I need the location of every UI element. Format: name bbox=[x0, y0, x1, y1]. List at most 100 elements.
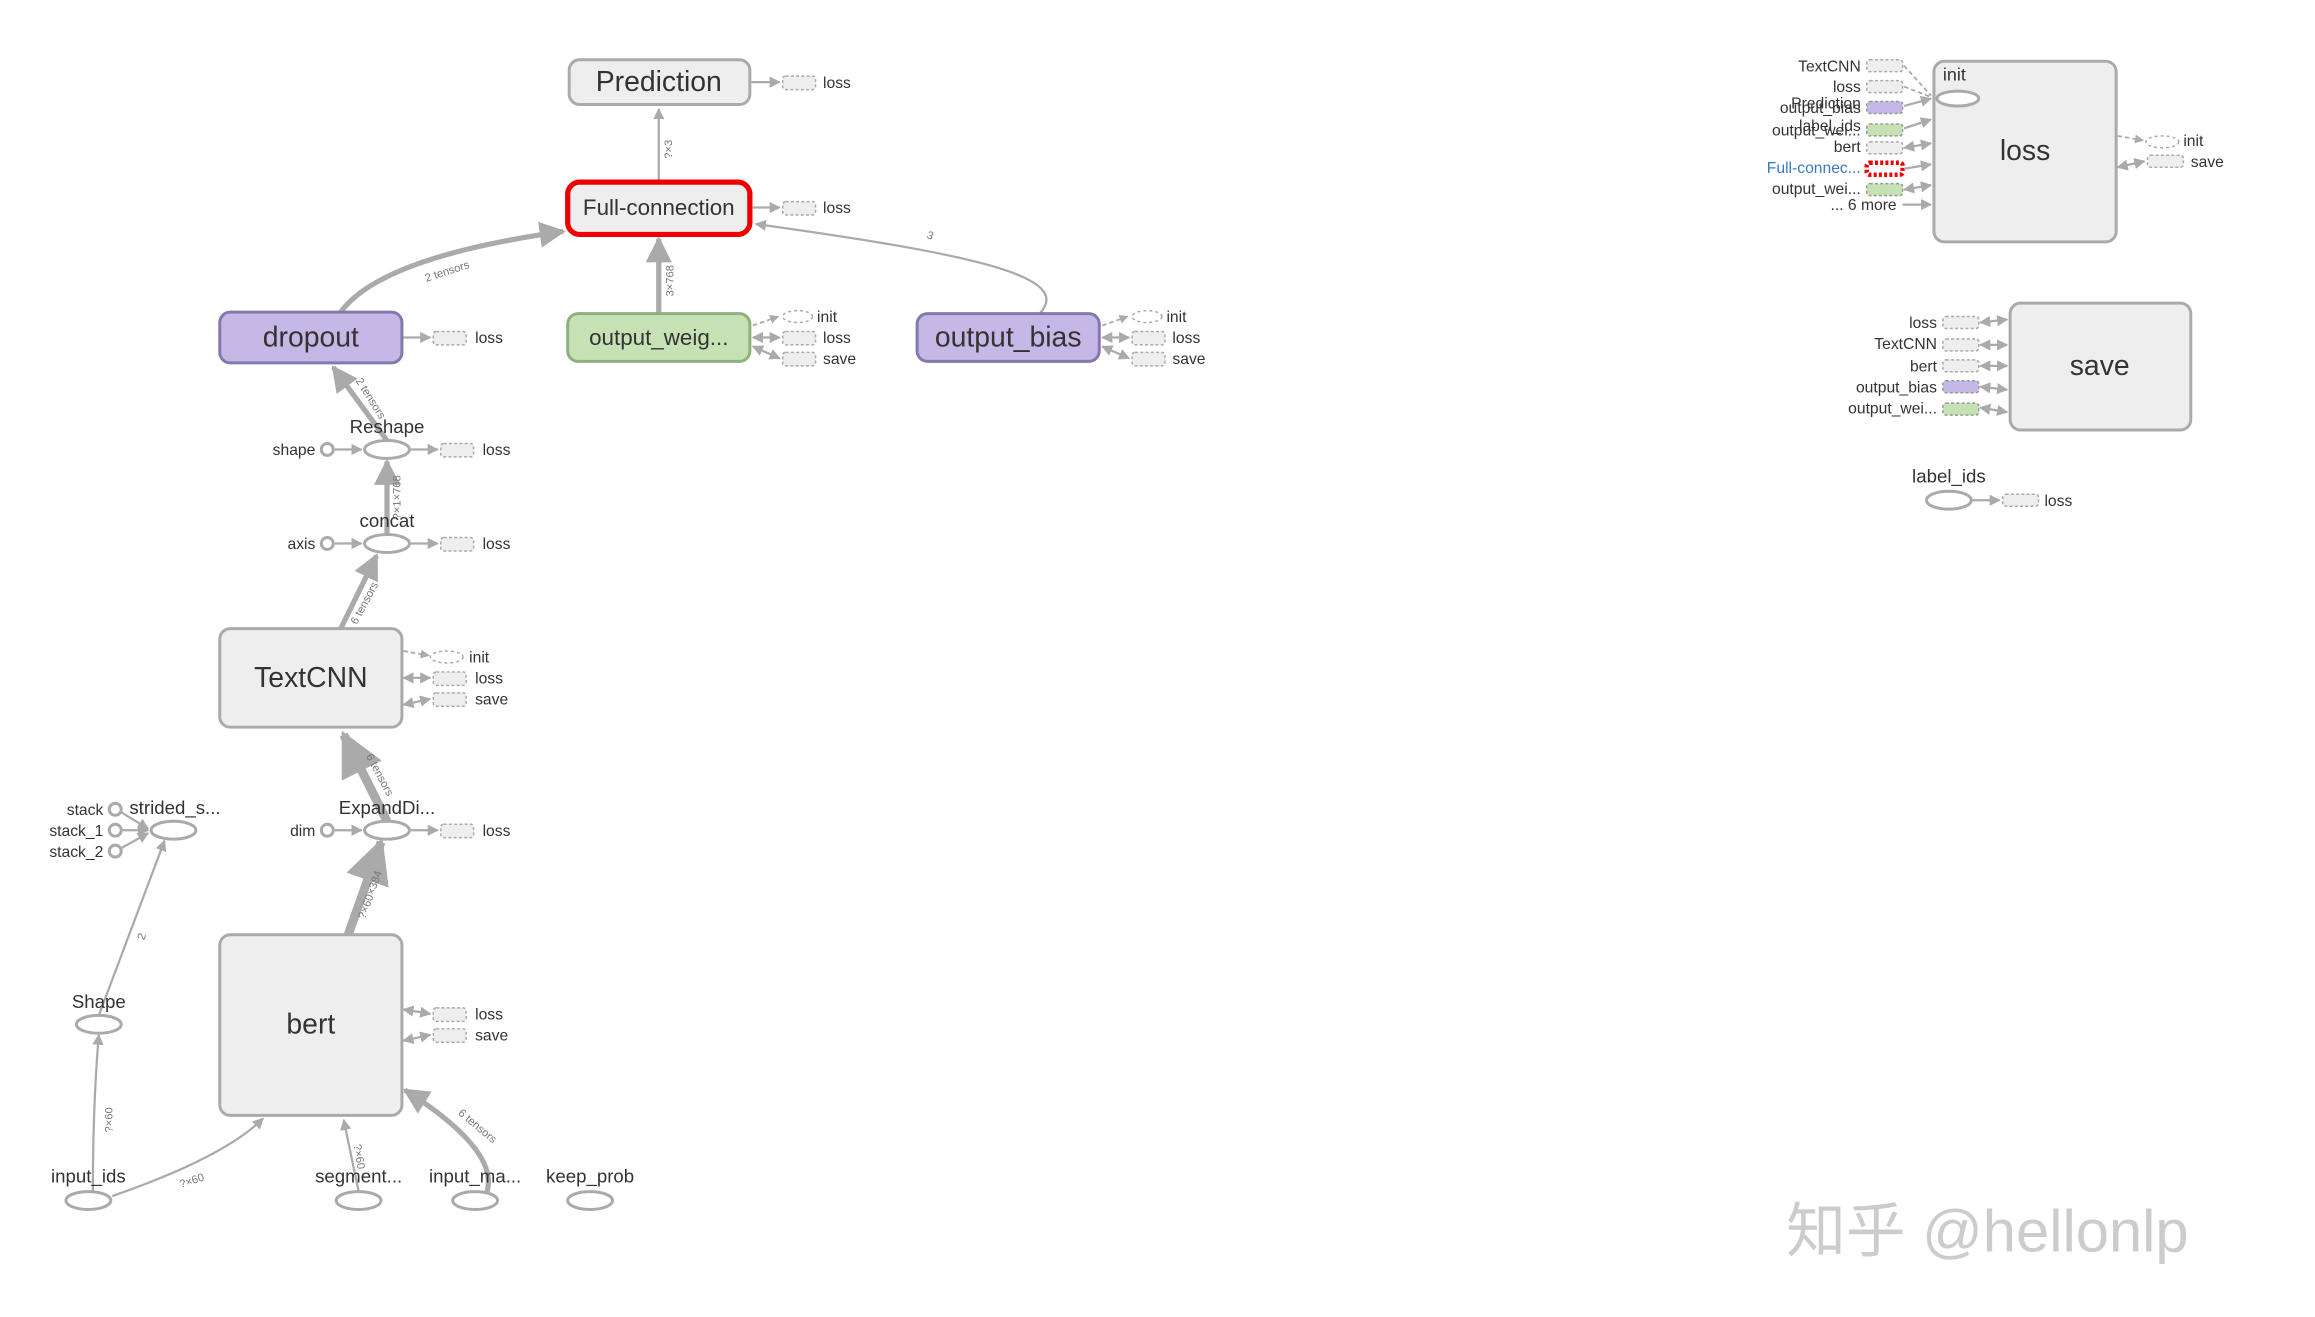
node-label: output_bias bbox=[935, 321, 1082, 353]
node-prediction[interactable]: Prediction bbox=[567, 58, 752, 107]
aux-label: output_bias bbox=[1780, 100, 1861, 117]
node-shape[interactable]: Shape bbox=[72, 991, 126, 1035]
aux-label: loss bbox=[475, 671, 503, 688]
aux-output-loss[interactable]: loss bbox=[403, 330, 503, 347]
aux-label: loss bbox=[475, 330, 503, 347]
aux-label: loss bbox=[483, 823, 511, 840]
node-input-mask[interactable]: input_ma... bbox=[429, 1166, 521, 1211]
aux-output-loss[interactable]: loss bbox=[751, 75, 851, 92]
inner-op-init[interactable] bbox=[1935, 89, 1981, 108]
node-loss[interactable]: loss init bbox=[1932, 59, 2118, 244]
aux-label: bert bbox=[1910, 358, 1938, 375]
const-axis[interactable]: axis bbox=[287, 536, 363, 553]
aux-label: TextCNN bbox=[1798, 58, 1861, 75]
node-label: input_ids bbox=[51, 1166, 126, 1188]
edge-shape-strided bbox=[97, 839, 167, 1016]
aux-label: loss bbox=[483, 536, 511, 553]
node-output-weights[interactable]: output_weig... bbox=[566, 312, 752, 363]
aux-output-loss[interactable]: loss bbox=[1972, 493, 2073, 510]
edge-label: 3 bbox=[925, 229, 935, 242]
node-label: loss bbox=[2000, 135, 2050, 167]
node-label: segment... bbox=[315, 1166, 402, 1187]
aux-label: stack bbox=[67, 802, 104, 819]
aux-label: save bbox=[475, 1027, 508, 1044]
aux-label: init bbox=[1166, 309, 1187, 326]
aux-label: stack_2 bbox=[49, 844, 103, 861]
save-inputs[interactable]: loss TextCNN bert output_bias output_wei… bbox=[1848, 315, 2009, 417]
aux-label: loss bbox=[2044, 493, 2072, 510]
edge-label: 2 bbox=[136, 932, 149, 942]
node-strided-slice[interactable]: strided_s... bbox=[129, 797, 221, 841]
watermark: 知乎 @hellonlp bbox=[1786, 1197, 2189, 1264]
node-label: input_ma... bbox=[429, 1166, 521, 1188]
node-label: dropout bbox=[263, 321, 359, 353]
aux-label: dim bbox=[290, 823, 315, 840]
aux-output-loss[interactable]: loss bbox=[410, 823, 511, 840]
node-label: Reshape bbox=[350, 416, 425, 437]
node-label: save bbox=[2070, 350, 2130, 382]
aux-label: loss bbox=[1172, 330, 1200, 347]
edge-bias-fc bbox=[754, 219, 1048, 315]
loss-inputs[interactable]: TextCNN loss Prediction output_bias labe… bbox=[1767, 58, 1933, 214]
node-label: TextCNN bbox=[254, 662, 367, 694]
node-label: ExpandDi... bbox=[339, 797, 435, 818]
edge-label: 6 tensors bbox=[456, 1107, 499, 1146]
node-label: keep_prob bbox=[546, 1166, 634, 1188]
aux-label: bert bbox=[1834, 139, 1862, 156]
aux-label: loss bbox=[1909, 315, 1937, 332]
aux-label: shape bbox=[273, 442, 316, 459]
node-output-bias[interactable]: output_bias bbox=[915, 312, 1101, 363]
aux-label: output_wei... bbox=[1772, 181, 1861, 198]
aux-outputs-bert[interactable]: loss save bbox=[402, 1005, 508, 1045]
const-dim[interactable]: dim bbox=[290, 822, 363, 840]
node-label: strided_s... bbox=[129, 797, 220, 819]
aux-label: loss bbox=[823, 75, 851, 92]
node-label: label_ids bbox=[1912, 465, 1986, 487]
aux-label: output_bias bbox=[1856, 379, 1937, 396]
aux-output-loss[interactable]: loss bbox=[752, 200, 851, 217]
aux-label: loss bbox=[1833, 79, 1861, 96]
node-input-ids[interactable]: input_ids bbox=[51, 1166, 126, 1211]
aux-label: axis bbox=[287, 536, 315, 553]
aux-outputs-textcnn[interactable]: init loss save bbox=[402, 650, 508, 709]
edge-label: 2 tensors bbox=[424, 259, 472, 285]
aux-label: stack_1 bbox=[49, 823, 103, 840]
edge-label: ?×60 bbox=[103, 1107, 115, 1132]
node-keep-prob[interactable]: keep_prob bbox=[546, 1166, 634, 1211]
edge-label: ?×60 bbox=[178, 1172, 206, 1191]
aux-label: loss bbox=[823, 330, 851, 347]
node-label: bert bbox=[286, 1008, 335, 1040]
aux-output-loss[interactable]: loss bbox=[410, 536, 511, 553]
graph-canvas[interactable]: ?×3 2 tensors 3×768 3 2 tensors ?×1×768 … bbox=[0, 0, 2315, 1317]
node-textcnn[interactable]: TextCNN bbox=[218, 627, 404, 729]
const-shape[interactable]: shape bbox=[273, 441, 363, 459]
node-full-connection[interactable]: Full-connection bbox=[565, 179, 753, 238]
loss-outputs[interactable]: init save bbox=[2116, 133, 2225, 171]
aux-label-link[interactable]: Full-connec... bbox=[1767, 160, 1861, 177]
more-inputs[interactable]: ... 6 more bbox=[1830, 197, 1896, 214]
node-dropout[interactable]: dropout bbox=[218, 310, 404, 365]
aux-label: init bbox=[2183, 133, 2204, 150]
aux-label: TextCNN bbox=[1874, 336, 1937, 353]
aux-outputs-output-bias[interactable]: init loss save bbox=[1101, 309, 1206, 368]
node-save[interactable]: save bbox=[2008, 301, 2193, 432]
node-bert[interactable]: bert bbox=[218, 933, 404, 1117]
aux-output-loss[interactable]: loss bbox=[410, 442, 511, 459]
node-label: Prediction bbox=[596, 66, 722, 98]
aux-label: save bbox=[823, 351, 856, 368]
aux-label: loss bbox=[823, 200, 851, 217]
aux-label: save bbox=[2191, 154, 2224, 171]
aux-label: init bbox=[469, 650, 490, 667]
edge-label: 3×768 bbox=[665, 265, 677, 296]
aux-label: output_wei... bbox=[1772, 123, 1861, 140]
aux-label: loss bbox=[475, 1007, 503, 1024]
node-label-ids[interactable]: label_ids bbox=[1912, 465, 1986, 511]
aux-label: save bbox=[1172, 351, 1205, 368]
node-label: concat bbox=[360, 510, 416, 531]
aux-outputs-output-weights[interactable]: init loss save bbox=[751, 309, 857, 368]
node-label: output_weig... bbox=[589, 325, 728, 350]
aux-label: loss bbox=[483, 442, 511, 459]
aux-label: init bbox=[817, 309, 838, 326]
node-label: Full-connection bbox=[583, 195, 735, 220]
aux-label: output_wei... bbox=[1848, 400, 1937, 417]
